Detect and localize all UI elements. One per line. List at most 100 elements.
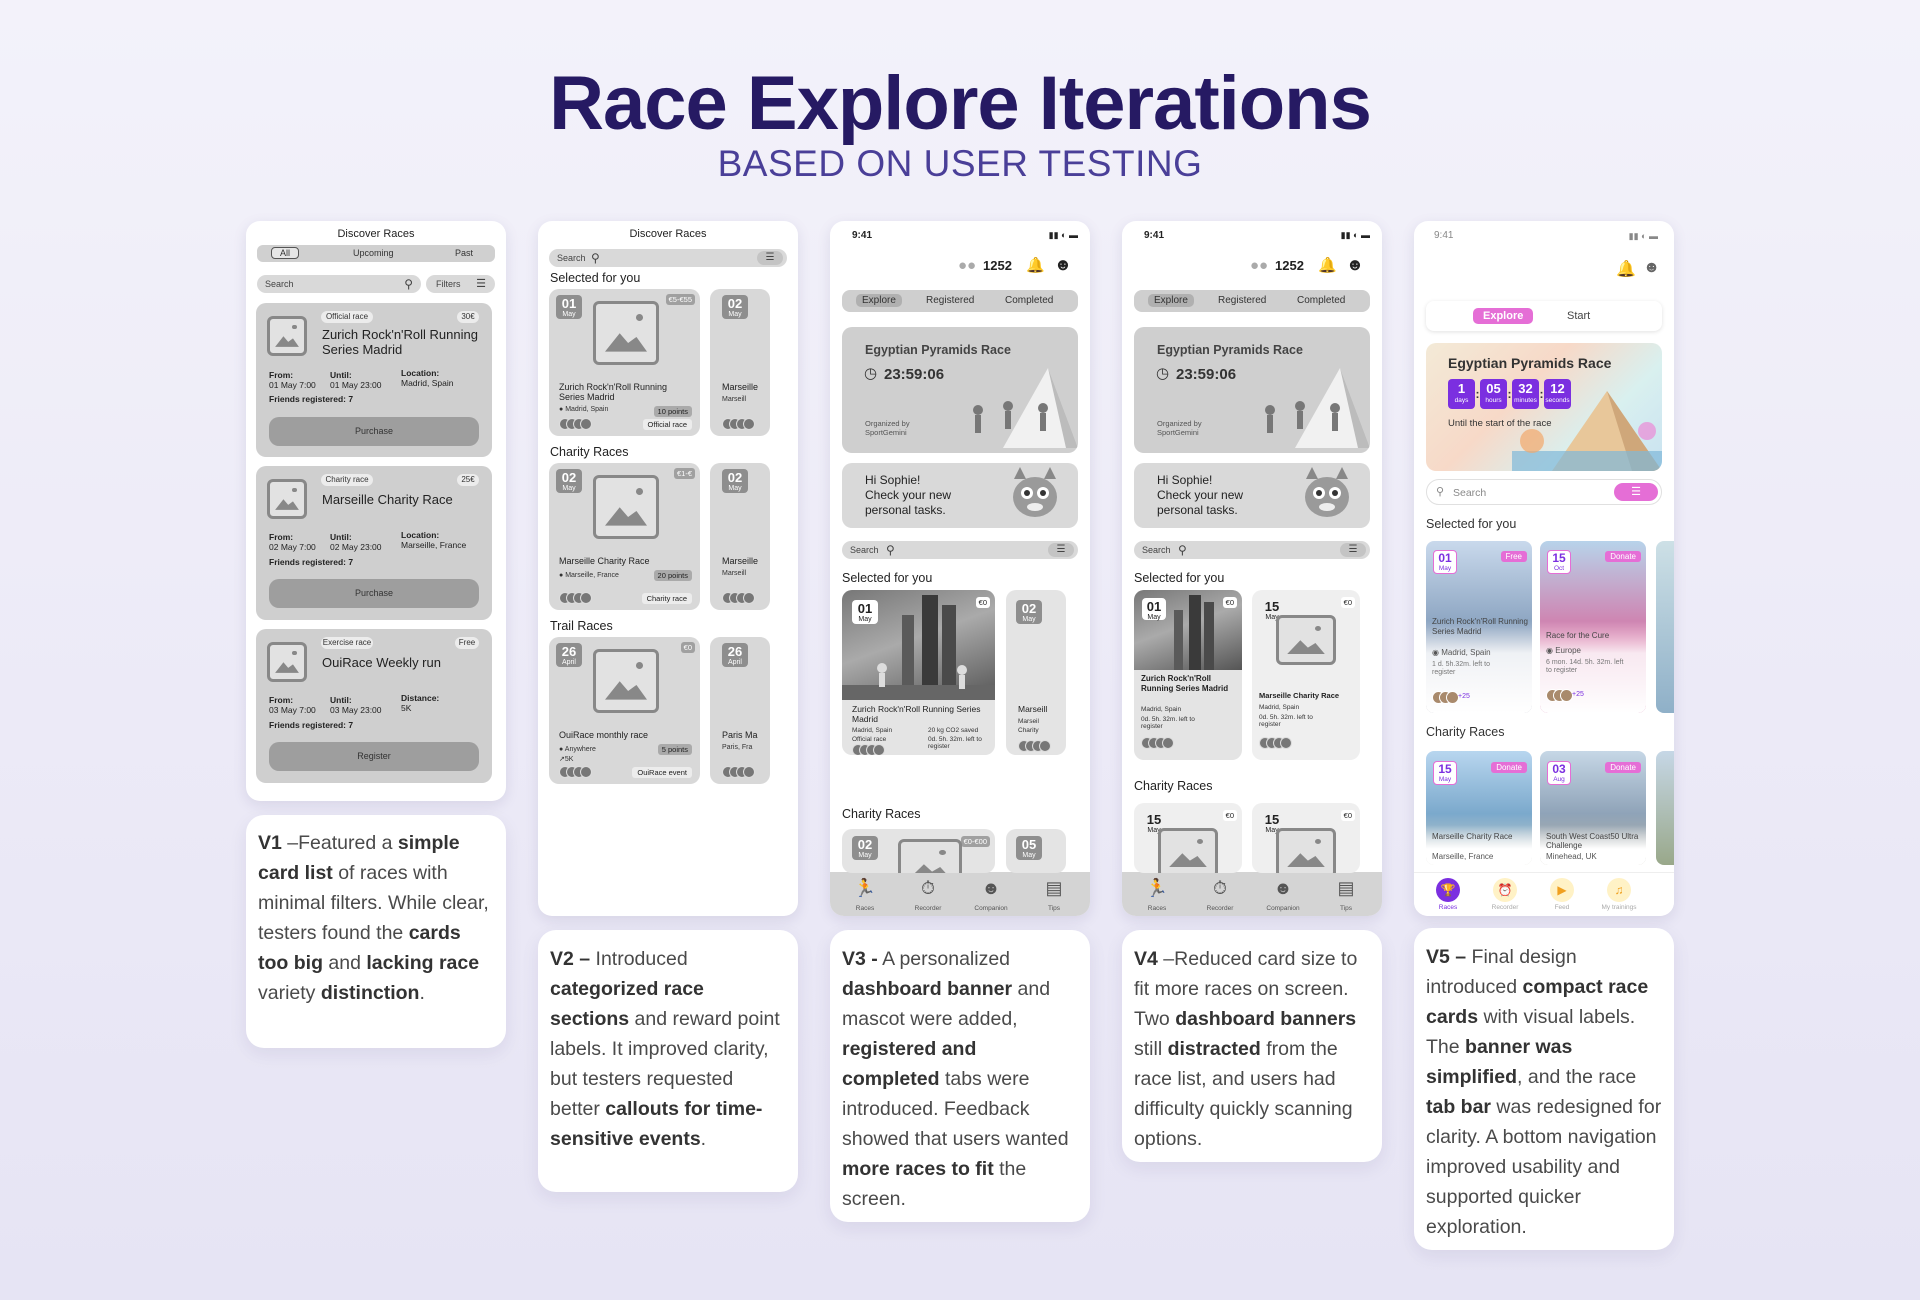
dashboard-banner[interactable]: Egyptian Pyramids Race ◷ 23:59:06 Organized… (1134, 327, 1370, 453)
v1-tab-all[interactable]: All (271, 247, 300, 259)
v1-search-input[interactable]: Search ⚲ (257, 275, 421, 293)
greeting-banner[interactable]: Hi Sophie! Check your new personal tasks. (1134, 463, 1370, 528)
tips-icon[interactable]: ▤ (1321, 878, 1371, 899)
nav-label[interactable]: My trainings (1599, 904, 1639, 911)
profile-icon[interactable]: ☻ (1346, 255, 1364, 275)
description-text: and (322, 952, 367, 974)
v3-charity-card-next[interactable]: 05 May (1006, 829, 1066, 873)
v5-race-card[interactable]: 15 Oct Donate Race for the Cure ◉ Europe 6 mo… (1540, 541, 1646, 713)
filter-icon[interactable]: ☰ (1614, 483, 1658, 501)
tab-explore[interactable]: Explore (856, 294, 902, 307)
search-input[interactable]: Search ⚲ ☰ (1134, 541, 1370, 559)
filter-icon[interactable]: ☰ (757, 251, 783, 265)
recorder-icon[interactable]: ⏰ (1493, 878, 1517, 902)
v2-race-card[interactable]: 01 May €5-€55 Zurich Rock'n'Roll Running Se… (549, 289, 700, 436)
v3-race-card-next[interactable]: 02 May Marseill Marseil Charity (1006, 590, 1066, 755)
v3-race-card[interactable]: 01 May €0 Zurich Rock'n'Roll Running Series… (842, 590, 995, 755)
v5-banner[interactable]: Egyptian Pyramids Race 1 days:05 hours:32 m… (1426, 343, 1662, 471)
race-type-badge: OuiRace event (632, 767, 692, 778)
v1-race-card[interactable]: Charity race 25€ Marseille Charity Race … (256, 466, 492, 620)
v5-race-card-next[interactable] (1656, 541, 1674, 713)
tab-registered[interactable]: Registered (1218, 295, 1266, 306)
nav-label[interactable]: Recorder (1195, 905, 1245, 912)
countdown-unit-label: days (1454, 397, 1469, 404)
race-icon[interactable]: 🏃 (840, 878, 890, 899)
distance-text: 5K (564, 756, 574, 763)
v4-race-card[interactable]: 15 May €0 Marseille Charity Race Madrid, Spa… (1252, 590, 1360, 760)
description-text: still (1134, 1038, 1168, 1060)
purchase-button[interactable]: Purchase (269, 417, 479, 446)
filter-icon[interactable]: ☰ (1340, 543, 1366, 557)
stopwatch-icon[interactable]: ⏱ (903, 878, 953, 899)
v2-race-card-next[interactable]: 26 April Paris Ma Paris, Fra (710, 637, 770, 784)
v1-race-card[interactable]: Official race 30€ Zurich Rock'n'Roll Run… (256, 303, 492, 457)
stopwatch-icon[interactable]: ⏱ (1195, 878, 1245, 899)
date-month: Oct (1553, 565, 1565, 572)
companion-icon[interactable]: ☻ (966, 878, 1016, 899)
nav-label[interactable]: Companion (966, 905, 1016, 912)
v5-charity-card[interactable]: 03 Aug Donate South West Coast50 Ultra Chal… (1540, 751, 1646, 865)
tab-registered[interactable]: Registered (926, 295, 974, 306)
nav-label[interactable]: Races (840, 905, 890, 912)
tab-completed[interactable]: Completed (1297, 295, 1345, 306)
notification-bell-icon[interactable]: 🔔 (1318, 256, 1337, 274)
v1-tab-upcoming[interactable]: Upcoming (353, 248, 394, 258)
friends-registered: Friends registered: 7 (269, 557, 354, 567)
purchase-button[interactable]: Purchase (269, 579, 479, 608)
v5-charity-card-next[interactable] (1656, 751, 1674, 865)
v2-race-card-next[interactable]: 02 May Marseille Marseill (710, 463, 770, 610)
nav-label[interactable]: Races (1428, 904, 1468, 911)
nav-label[interactable]: Recorder (1485, 904, 1525, 911)
nav-label[interactable]: Tips (1029, 905, 1079, 912)
v4-race-card[interactable]: 01 May €0 Zurich Rock'n'Roll Running Series… (1134, 590, 1242, 760)
nav-label[interactable]: Feed (1542, 904, 1582, 911)
greeting-banner[interactable]: Hi Sophie! Check your new personal tasks. (842, 463, 1078, 528)
tips-icon[interactable]: ▤ (1029, 878, 1079, 899)
v2-race-card[interactable]: 02 May €1-€ Marseille Charity Race ● Marseil… (549, 463, 700, 610)
profile-icon[interactable]: ☻ (1054, 255, 1072, 275)
v4-charity-card[interactable]: 15 May €0 (1252, 803, 1360, 873)
tab-explore[interactable]: Explore (1473, 308, 1534, 324)
dashboard-banner[interactable]: Egyptian Pyramids Race ◷ 23:59:06 Organized… (842, 327, 1078, 453)
races-icon[interactable]: 🏆 (1436, 878, 1460, 902)
location-text: Madrid, Spain (565, 406, 609, 413)
profile-icon[interactable]: ☻ (1643, 259, 1660, 277)
v1-filters-button[interactable]: Filters ☰ (426, 275, 495, 293)
nav-label[interactable]: Tips (1321, 905, 1371, 912)
race-icon[interactable]: 🏃 (1132, 878, 1182, 899)
v5-race-card[interactable]: 01 May Free Zurich Rock'n'Roll Running Seri… (1426, 541, 1532, 713)
points-coins-icon: ●● (958, 257, 977, 274)
race-name: Zurich Rock'n'Roll Running Series Madrid (322, 327, 478, 357)
v2-search-input[interactable]: Search ⚲ ☰ (549, 249, 787, 267)
v1-race-card[interactable]: Exercise race Free OuiRace Weekly run Fr… (256, 629, 492, 783)
date-badge: 03 Aug (1547, 761, 1571, 785)
notification-bell-icon[interactable]: 🔔 (1026, 256, 1045, 274)
price-tag: €0-€00 (960, 836, 990, 847)
tab-explore[interactable]: Explore (1148, 294, 1194, 307)
search-icon: ⚲ (886, 543, 895, 557)
nav-label[interactable]: Companion (1258, 905, 1308, 912)
points-badge: 10 points (653, 406, 692, 417)
v1-tab-past[interactable]: Past (455, 248, 473, 258)
greeting-line: Check your new (1157, 488, 1244, 502)
v5-search-input[interactable]: ⚲ Search ☰ (1426, 479, 1662, 505)
v2-race-card-next[interactable]: 02 May Marseille Marseill (710, 289, 770, 436)
tab-start[interactable]: Start (1567, 310, 1590, 322)
race-name: Marseille (722, 382, 759, 392)
nav-label[interactable]: Recorder (903, 905, 953, 912)
search-input[interactable]: Search ⚲ ☰ (842, 541, 1078, 559)
nav-label[interactable]: Races (1132, 905, 1182, 912)
tab-completed[interactable]: Completed (1005, 295, 1053, 306)
companion-icon[interactable]: ☻ (1258, 878, 1308, 899)
filter-icon[interactable]: ☰ (1048, 543, 1074, 557)
countdown-unit-label: minutes (1514, 397, 1537, 404)
feed-icon[interactable]: ▶ (1550, 878, 1574, 902)
v3-charity-card[interactable]: 02 May €0-€00 (842, 829, 995, 873)
v5-charity-card[interactable]: 15 May Donate Marseille Charity Race Marseil… (1426, 751, 1532, 865)
v4-charity-card[interactable]: 15 May €0 (1134, 803, 1242, 873)
notification-bell-icon[interactable]: 🔔 (1616, 259, 1636, 279)
register-button[interactable]: Register (269, 742, 479, 771)
section-title: Selected for you (842, 571, 933, 585)
v2-race-card[interactable]: 26 April €0 OuiRace monthly race ● Anywhere ↗… (549, 637, 700, 784)
my-trainings-icon[interactable]: ♫ (1607, 878, 1631, 902)
